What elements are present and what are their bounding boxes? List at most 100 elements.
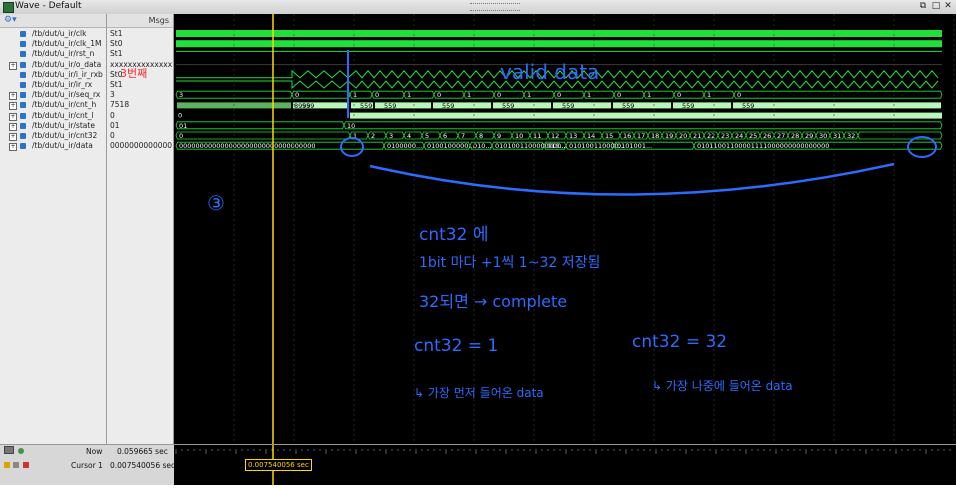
signal-name: /tb/dut/u_ir/rst_n <box>32 49 95 59</box>
waveform-area[interactable]: 3 0 1 0 1 0 1 0 1 0 1 0 1 0 1 0 8999 559 559 559 559 559 559 55… <box>174 14 956 444</box>
signal-name: /tb/dut/u_ir/i_ir_rxb <box>32 69 103 79</box>
expand-icon[interactable]: + <box>9 143 17 152</box>
signal-row[interactable]: + /tb/dut/u_ir/data <box>0 141 106 152</box>
cnt32-label: 19 <box>665 132 673 140</box>
seq-rx-label: 0 <box>677 91 681 99</box>
signal-row[interactable]: /tb/dut/u_ir/clk <box>0 29 106 39</box>
seq-rx-label: 0 <box>497 91 501 99</box>
signal-value: 01 <box>110 120 120 130</box>
cnt32-label: 0 <box>179 132 183 140</box>
cnt-l-band <box>350 112 942 119</box>
signal-value: St1 <box>110 80 123 89</box>
cnt32-label: 13 <box>569 132 577 140</box>
signal-icon <box>20 61 26 68</box>
signal-value: 3 <box>110 90 115 100</box>
cnt32-label: 10 <box>515 132 523 140</box>
data-label: 0100000... <box>387 142 422 150</box>
now-label: Now <box>86 447 103 456</box>
app-icon <box>3 2 14 13</box>
ink-circle-cnt32-end <box>907 136 937 158</box>
signal-icon <box>20 102 26 109</box>
status-panel: Now 0.059665 sec Cursor 1 0.007540056 se… <box>0 444 956 485</box>
signal-value: 7518 <box>110 100 130 110</box>
signal-row[interactable]: + /tb/dut/u_ir/cnt_l <box>0 111 106 121</box>
signal-row[interactable]: + /tb/dut/u_ir/state <box>0 121 106 131</box>
cnt-h-label: 559 <box>682 102 694 110</box>
signal-row[interactable]: + /tb/dut/u_ir/seq_rx <box>0 90 106 101</box>
cnt-h-label: 559 <box>562 102 574 110</box>
cursor-time-marker[interactable]: 0.007540056 sec <box>245 459 312 471</box>
cnt32-label: 21 <box>693 132 701 140</box>
signal-value: 0000000000000000... <box>110 141 172 151</box>
signal-icon <box>20 82 26 88</box>
signal-row[interactable]: + /tb/dut/u_ir/o_data <box>0 60 106 70</box>
signal-row[interactable]: /tb/dut/u_ir/ir_rx <box>0 80 106 90</box>
expand-icon[interactable]: + <box>9 92 17 101</box>
seq-rx-segment <box>733 90 943 99</box>
seq-rx-label: 0 <box>617 91 621 99</box>
state-label: 01 <box>179 122 187 130</box>
signal-row[interactable]: + /tb/dut/u_ir/cnt_h <box>0 100 106 111</box>
title-drag-handle[interactable] <box>470 3 520 11</box>
cnt32-label: 25 <box>749 132 757 140</box>
ink-note-6: cnt32 = 32 <box>632 332 727 352</box>
ink-red-marker: 3번째 <box>120 67 148 80</box>
signal-value: St0 <box>110 39 123 49</box>
signal-name: /tb/dut/u_ir/clk_1M <box>32 39 102 49</box>
signal-row[interactable]: /tb/dut/u_ir/rst_n <box>0 49 106 59</box>
cnt-l-label: 0 <box>178 112 182 120</box>
signal-row[interactable]: + /tb/dut/u_ir/cnt32 <box>0 131 106 141</box>
seq-rx-label: 1 <box>707 91 711 99</box>
expand-icon[interactable]: + <box>9 122 17 131</box>
cnt32-label: 9 <box>497 132 501 140</box>
ink-step-number: ③ <box>207 191 225 215</box>
cnt32-label: 30 <box>819 132 827 140</box>
seq-rx-label: 1 <box>407 91 411 99</box>
signal-icon <box>20 122 26 129</box>
seq-rx-label: 3 <box>179 91 183 99</box>
cursor-tool-icons[interactable] <box>4 459 29 473</box>
now-value: 0.059665 sec <box>117 447 168 456</box>
expand-icon[interactable]: + <box>9 112 17 121</box>
cnt32-label: 3 <box>389 132 393 140</box>
cnt32-label: 2 <box>371 132 375 140</box>
expand-icon[interactable]: + <box>9 102 17 111</box>
cnt32-label: 18 <box>651 132 659 140</box>
signal-icon <box>20 143 26 150</box>
signal-value: 0 <box>110 110 115 120</box>
signal-name: /tb/dut/u_ir/data <box>32 141 93 151</box>
cnt32-label: 16 <box>623 132 631 140</box>
expand-icon[interactable]: + <box>9 133 17 141</box>
time-ruler[interactable]: 0.007540056 sec <box>174 445 956 485</box>
cnt32-label: 7 <box>461 132 465 140</box>
data-label: 01011001100001111000000000000000 <box>697 142 829 150</box>
signal-icon <box>20 41 26 48</box>
undock-icon[interactable]: ⧉ <box>918 1 928 11</box>
state-segment <box>175 121 345 130</box>
cnt32-label: 4 <box>407 132 411 140</box>
cnt32-label: 17 <box>637 132 645 140</box>
expand-icon[interactable]: + <box>9 61 17 70</box>
now-tool-icons[interactable] <box>4 445 25 459</box>
seq-rx-label: 0 <box>437 91 441 99</box>
signal-name: /tb/dut/u_ir/ir_rx <box>32 80 93 89</box>
ink-note-7: ↳ 가장 나중에 들어온 data <box>652 379 793 393</box>
close-icon[interactable]: ✕ <box>943 1 953 11</box>
clk-wave <box>176 30 942 37</box>
wave-menu-icon[interactable]: ⚙▾ <box>4 14 17 27</box>
cnt32-label: 12 <box>551 132 559 140</box>
signal-row[interactable]: /tb/dut/u_ir/i_ir_rxb <box>0 70 106 80</box>
cnt-h-label: 559 <box>442 102 454 110</box>
signal-row[interactable]: /tb/dut/u_ir/clk_1M <box>0 39 106 49</box>
ink-note-4: cnt32 = 1 <box>414 336 498 356</box>
signal-icon <box>20 133 26 139</box>
cursor-value[interactable]: 0.007540056 sec <box>110 459 175 473</box>
ink-bracket-curve <box>369 162 895 196</box>
signal-name: /tb/dut/u_ir/seq_rx <box>32 90 101 100</box>
cnt32-label: 27 <box>777 132 785 140</box>
cnt32-segment <box>175 131 351 140</box>
cnt32-label: 5 <box>425 132 429 140</box>
signal-value: 0 <box>110 131 115 140</box>
maximize-icon[interactable]: □ <box>931 1 941 11</box>
signal-icon <box>20 92 26 99</box>
